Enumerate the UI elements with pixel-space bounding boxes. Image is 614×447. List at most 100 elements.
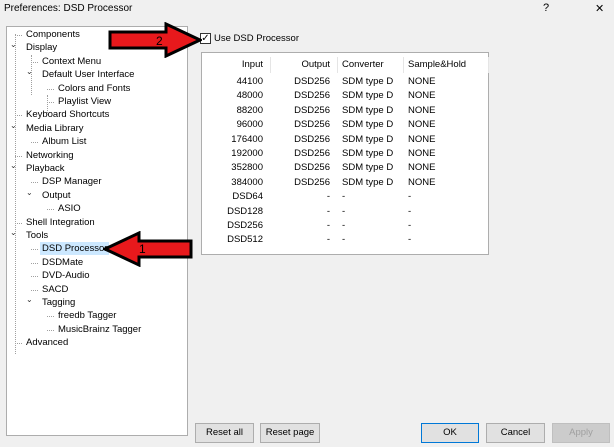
converter-cell: - [342,220,346,231]
output-cell: - [326,205,330,217]
sample-hold-cell: NONE [408,148,436,159]
converter-cell: SDM type D [342,162,394,174]
tree-connector [31,182,38,184]
tree-connector [31,142,38,144]
output-cell: - [326,191,330,203]
column-divider[interactable] [337,57,338,73]
window-title: Preferences: DSD Processor [4,3,133,14]
tree-connector [15,35,22,36]
converter-cell: SDM type D [342,104,394,116]
expand-chevron-icon[interactable]: ⌄ [26,65,34,78]
expand-chevron-icon[interactable]: ⌄ [26,293,34,306]
sample-hold-cell: - [408,234,412,246]
tree-item[interactable]: Tagging [40,296,77,309]
tree-item[interactable]: Advanced [24,336,70,349]
column-divider[interactable] [488,57,489,73]
input-cell: 44100 [236,76,263,87]
tree-item[interactable]: Shell Integration [24,216,97,229]
tree-item[interactable]: ASIO [56,202,83,215]
ok-button[interactable]: OK [421,423,479,443]
sample-hold-cell: - [408,191,412,203]
expand-chevron-icon[interactable]: ⌄ [10,119,18,132]
column-header: Output [301,59,330,70]
sample-hold-cell: - [408,220,412,231]
expand-chevron-icon[interactable]: ⌄ [10,38,18,51]
tree-item[interactable]: SACD [40,283,70,296]
input-cell: 96000 [236,119,263,131]
tree-item[interactable]: Components [24,28,82,41]
use-dsd-processor-label: Use DSD Processor [214,33,299,44]
sample-hold-cell: NONE [408,176,436,188]
annotation-arrow-1: 1 [103,231,193,267]
tree-connector [31,262,38,264]
tree-connector [15,155,22,157]
reset-page-button[interactable]: Reset page [260,423,320,443]
output-cell: DSD256 [294,119,330,131]
tree-connector [47,102,54,103]
expand-chevron-icon[interactable]: ⌄ [10,159,18,172]
tree-item[interactable]: Album List [40,135,88,148]
tree-connector [47,329,54,331]
tree-item[interactable]: MusicBrainz Tagger [56,323,143,336]
output-cell: DSD256 [294,133,330,145]
output-cell: DSD256 [294,76,330,87]
tree-item[interactable]: Output [40,189,73,202]
input-cell: DSD64 [232,191,263,203]
use-dsd-processor-checkbox[interactable]: ✓ Use DSD Processor [200,33,299,44]
column-divider[interactable] [403,57,404,73]
output-cell: DSD256 [294,90,330,102]
dsd-settings-table[interactable]: Input Output Converter Sample&Hold 44100 DSD2… [201,52,489,255]
tree-connector [15,222,22,224]
tree-item[interactable]: Default User Interface [40,68,136,81]
tree-item[interactable]: freedb Tagger [56,309,118,322]
sample-hold-cell: NONE [408,119,436,131]
column-divider[interactable] [270,57,271,73]
tree-item[interactable]: Context Menu [40,55,103,68]
sample-hold-cell: NONE [408,90,436,102]
output-cell: - [326,234,330,246]
tree-item[interactable]: DSDMate [40,256,85,269]
tree-connector [31,55,32,95]
output-cell: DSD256 [294,104,330,116]
converter-cell: - [342,234,346,246]
tree-item[interactable]: DVD-Audio [40,269,92,282]
tree-item[interactable]: Keyboard Shortcuts [24,108,111,121]
annotation-label-2: 2 [156,34,163,48]
output-cell: DSD256 [294,162,330,174]
tree-connector [47,88,54,90]
apply-button[interactable]: Apply [552,423,610,443]
cancel-button[interactable]: Cancel [486,423,545,443]
tree-item[interactable]: Networking [24,149,76,162]
converter-cell: - [342,205,346,217]
sample-hold-cell: NONE [408,76,436,87]
input-cell: DSD256 [227,220,263,231]
annotation-arrow-2: 2 [108,22,202,58]
tree-connector [47,209,54,211]
column-header: Input [241,59,263,70]
tree-item[interactable]: Colors and Fonts [56,82,132,95]
close-button[interactable]: ✕ [595,2,604,15]
input-cell: 192000 [231,148,263,159]
converter-cell: SDM type D [342,90,394,102]
tree-connector [15,343,22,345]
tree-item[interactable]: DSP Manager [40,175,104,188]
help-button[interactable]: ? [543,2,549,14]
tree-connector [15,34,16,354]
column-header: Sample&Hold [408,59,467,70]
column-header: Converter [342,59,384,70]
tree-connector [47,95,48,115]
converter-cell: SDM type D [342,119,394,131]
expand-chevron-icon[interactable]: ⌄ [26,186,34,199]
tree-item[interactable]: Tools [24,229,50,242]
tree-item[interactable]: Media Library [24,122,86,135]
output-cell: DSD256 [294,148,330,159]
tree-item[interactable]: DSD Processor [40,242,110,256]
tree-item[interactable]: Playlist View [56,95,113,108]
tree-item[interactable]: Playback [24,162,67,175]
expand-chevron-icon[interactable]: ⌄ [10,226,18,239]
input-cell: 176400 [231,133,263,145]
converter-cell: SDM type D [342,176,394,188]
tree-item[interactable]: Display [24,41,59,54]
input-cell: 384000 [231,176,263,188]
reset-all-button[interactable]: Reset all [195,423,254,443]
